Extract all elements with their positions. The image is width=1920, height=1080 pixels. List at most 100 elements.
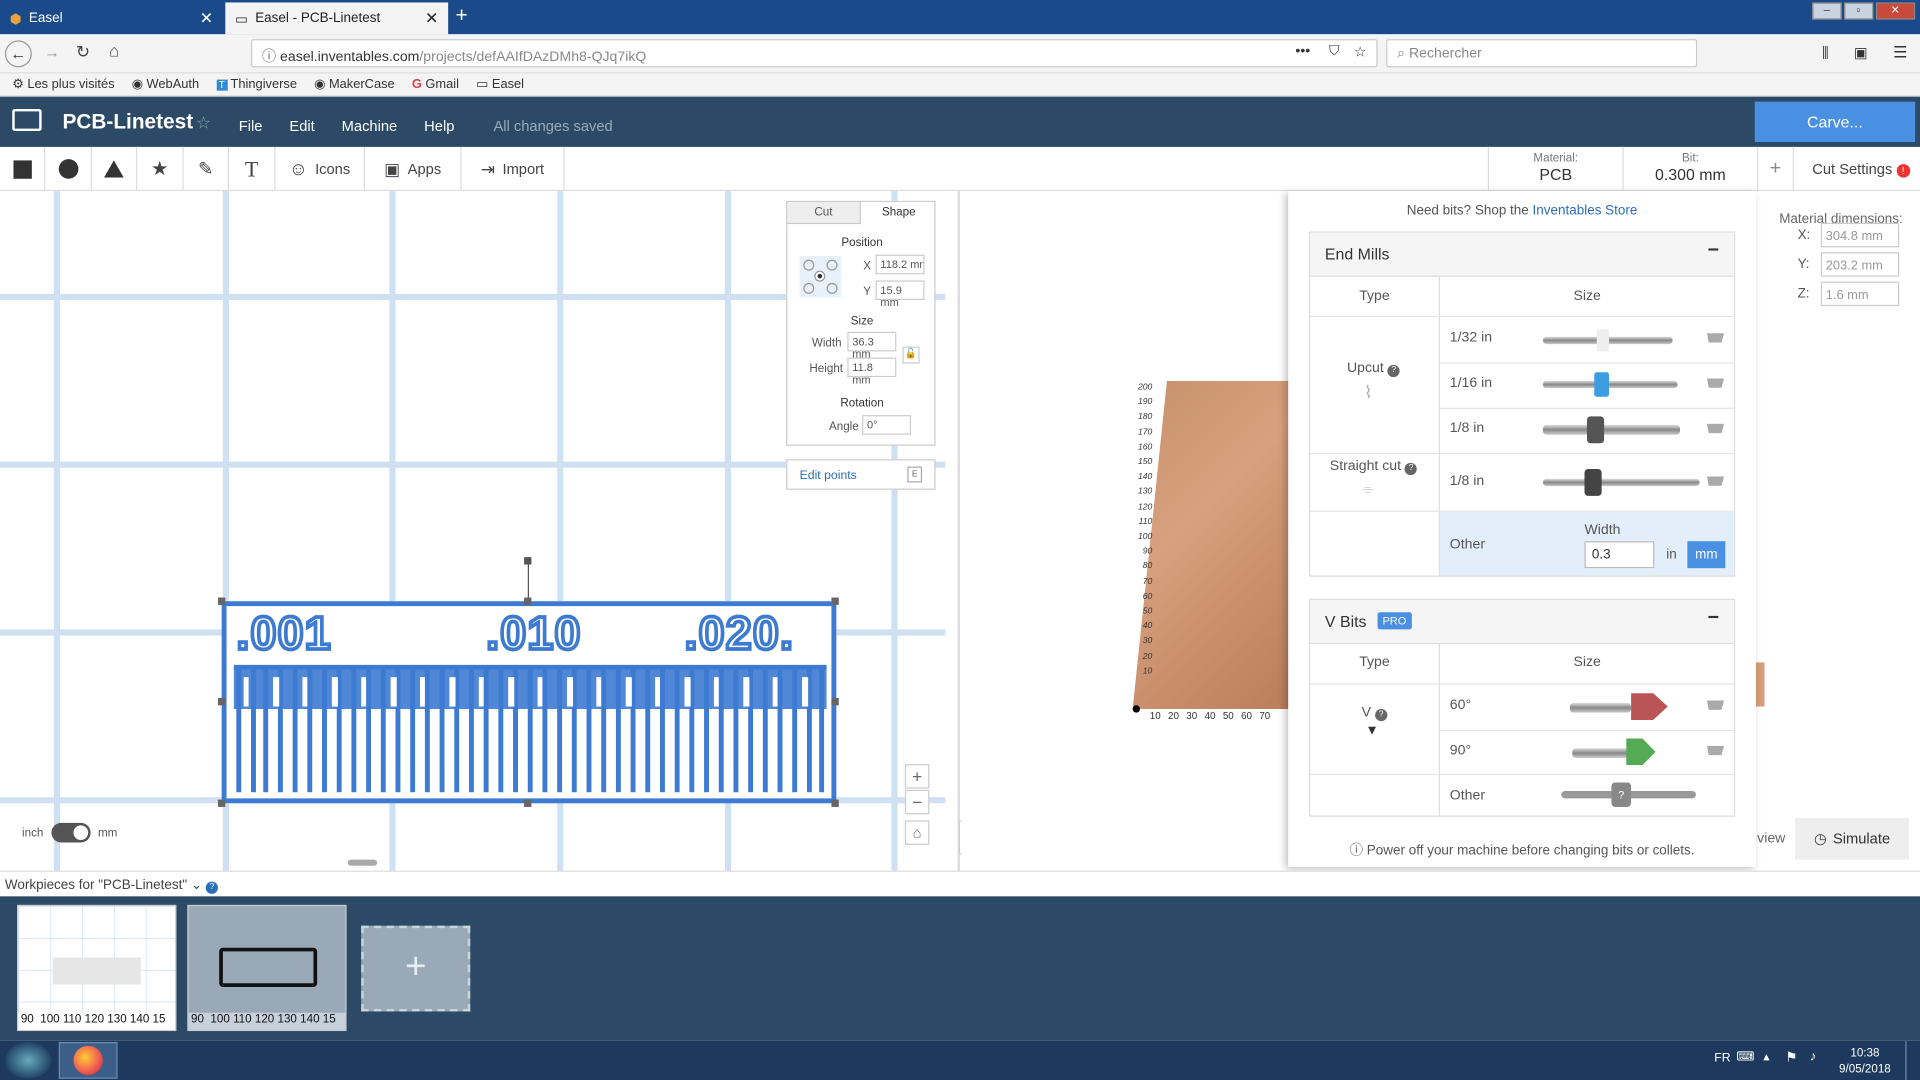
square-tool[interactable]: [0, 146, 46, 192]
add-bit-button[interactable]: +: [1757, 146, 1794, 192]
close-window-icon[interactable]: ✕: [1875, 2, 1916, 20]
search-field[interactable]: ⌕ Rechercher: [1386, 39, 1698, 68]
resize-handle[interactable]: [831, 597, 839, 605]
menu-help[interactable]: Help: [424, 118, 454, 135]
apps-tool[interactable]: ▣ Apps: [365, 146, 462, 192]
start-button-icon[interactable]: [4, 1042, 52, 1079]
collapse-icon[interactable]: −: [1708, 607, 1719, 629]
help-icon[interactable]: ?: [1404, 462, 1418, 476]
firefox-taskbar-item[interactable]: [58, 1042, 118, 1079]
minimize-icon[interactable]: –: [1812, 2, 1842, 20]
bookmark-item[interactable]: ▭ Easel: [476, 77, 524, 92]
restore-icon[interactable]: ▫: [1843, 2, 1873, 20]
menu-edit[interactable]: Edit: [289, 118, 314, 135]
vbit-size-90[interactable]: 90°: [1450, 743, 1471, 758]
star-tool[interactable]: ★: [137, 146, 184, 192]
tab-cut[interactable]: Cut: [787, 202, 861, 225]
reload-icon[interactable]: ↻: [76, 42, 90, 63]
cart-icon[interactable]: [1706, 333, 1725, 343]
cart-icon[interactable]: [1706, 700, 1725, 710]
flag-icon[interactable]: ⚑: [1785, 1049, 1797, 1066]
bit-selector[interactable]: Bit: 0.300 mm: [1622, 146, 1757, 192]
pen-tool[interactable]: ✎: [184, 146, 229, 192]
resize-handle[interactable]: [217, 697, 226, 706]
workpiece-thumbnail-selected[interactable]: 90 100 110 120 130 140 15: [187, 904, 347, 1032]
anchor-radio[interactable]: [826, 282, 838, 294]
forward-icon[interactable]: →: [44, 43, 60, 61]
inventables-store-link[interactable]: Inventables Store: [1533, 203, 1638, 218]
browser-tab-active[interactable]: ▭ Easel - PCB-Linetest ✕: [225, 2, 449, 35]
resize-handle[interactable]: [831, 697, 839, 706]
bookmark-item[interactable]: T Thingiverse: [216, 77, 297, 92]
position-y-input[interactable]: 15.9 mm: [875, 280, 925, 309]
material-x-input[interactable]: 304.8 mm: [1820, 222, 1900, 248]
material-selector[interactable]: Material: PCB: [1487, 146, 1623, 192]
bookmark-star-icon[interactable]: ☆: [1354, 43, 1367, 60]
bookmark-item[interactable]: ◉ WebAuth: [132, 77, 199, 92]
cart-icon[interactable]: [1706, 378, 1725, 388]
unit-mm-button[interactable]: mm: [1687, 541, 1726, 569]
bit-size-1-16[interactable]: 1/16 in: [1450, 376, 1492, 391]
bit-width-input[interactable]: 0.3: [1584, 541, 1655, 569]
home-view-icon[interactable]: ⌂: [904, 820, 930, 845]
position-x-input[interactable]: 118.2 mm: [875, 254, 925, 275]
vbit-other-label[interactable]: Other: [1450, 789, 1485, 804]
rotation-handle[interactable]: [524, 557, 532, 565]
edit-points-button[interactable]: Edit points E: [786, 459, 936, 490]
help-icon[interactable]: ?: [1374, 708, 1388, 722]
bit-size-1-8-straight[interactable]: 1/8 in: [1450, 474, 1484, 489]
anchor-radio[interactable]: [803, 259, 815, 271]
resize-handle[interactable]: [524, 597, 532, 605]
more-icon[interactable]: •••: [1295, 44, 1310, 59]
import-tool[interactable]: ⇥ Import: [462, 146, 565, 192]
anchor-radio-selected[interactable]: [814, 270, 826, 282]
collapse-icon[interactable]: −: [1708, 240, 1719, 262]
bit-size-1-8-upcut[interactable]: 1/8 in: [1450, 421, 1484, 436]
close-tab-icon[interactable]: ✕: [200, 9, 213, 29]
language-indicator[interactable]: FR: [1714, 1052, 1730, 1065]
end-mills-header[interactable]: End Mills −: [1310, 232, 1734, 277]
cart-icon[interactable]: [1706, 476, 1725, 486]
library-icon[interactable]: ⫼: [1822, 44, 1829, 62]
simulate-button[interactable]: ◷ Simulate: [1795, 817, 1909, 860]
circle-tool[interactable]: [45, 146, 92, 192]
help-icon[interactable]: ?: [1387, 364, 1400, 378]
unit-toggle[interactable]: [51, 822, 91, 843]
easel-logo-icon[interactable]: [12, 108, 42, 132]
close-tab-icon[interactable]: ✕: [425, 9, 438, 29]
v-bits-header[interactable]: V Bits PRO −: [1310, 600, 1734, 645]
add-workpiece-button[interactable]: +: [361, 925, 471, 1012]
icons-tool[interactable]: ☺ Icons: [276, 146, 365, 192]
tab-shape[interactable]: Shape: [862, 202, 935, 224]
chevron-down-icon[interactable]: ⌄: [191, 878, 202, 893]
horizontal-scrollbar[interactable]: [347, 859, 378, 866]
lock-ratio-icon[interactable]: 🔓: [902, 346, 920, 364]
new-tab-icon[interactable]: +: [456, 4, 468, 28]
bit-size-1-32[interactable]: 1/32 in: [1450, 331, 1492, 346]
triangle-tool[interactable]: [92, 146, 138, 192]
cart-icon[interactable]: [1706, 423, 1725, 434]
browser-tab[interactable]: ⬢ Easel ✕: [0, 2, 223, 34]
back-icon[interactable]: ←: [4, 40, 32, 68]
volume-icon[interactable]: ♪: [1810, 1049, 1817, 1064]
show-desktop-button[interactable]: [1905, 1040, 1920, 1080]
sidebar-icon[interactable]: ▣: [1854, 44, 1868, 61]
cart-icon[interactable]: [1706, 745, 1725, 756]
height-input[interactable]: 11.8 mm: [847, 357, 897, 386]
bookmark-item[interactable]: ⚙ Les plus visités: [12, 77, 114, 92]
workpiece-thumbnail[interactable]: 90 100 110 120 130 140 15: [17, 904, 177, 1032]
zoom-in-icon[interactable]: +: [904, 764, 930, 789]
unit-in-button[interactable]: in: [1659, 541, 1683, 568]
anchor-picker[interactable]: [799, 255, 842, 298]
zoom-out-icon[interactable]: −: [904, 789, 930, 815]
project-title[interactable]: PCB-Linetest: [62, 110, 193, 134]
resize-handle[interactable]: [217, 799, 226, 807]
tray-arrow-icon[interactable]: ▴: [1763, 1051, 1769, 1064]
preview-view-label[interactable]: view: [1757, 831, 1785, 846]
angle-input[interactable]: 0°: [862, 415, 912, 435]
material-z-input[interactable]: 1.6 mm: [1820, 281, 1900, 307]
bookmark-item[interactable]: ◉ MakerCase: [314, 77, 395, 92]
menu-file[interactable]: File: [239, 118, 263, 135]
pane-divider[interactable]: [957, 191, 961, 871]
pcb-line-test-shape[interactable]: .001 .010 .020.: [221, 601, 837, 804]
